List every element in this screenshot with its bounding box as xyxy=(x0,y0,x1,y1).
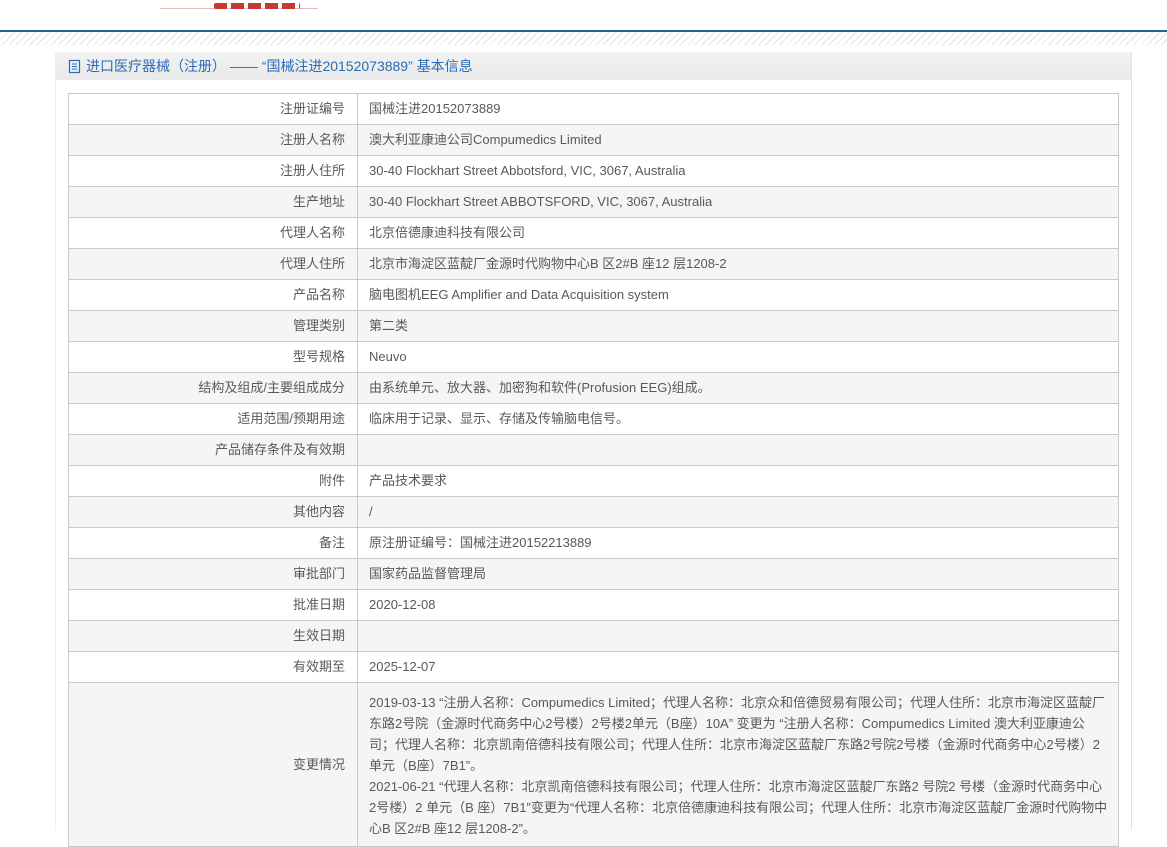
row-label: 有效期至 xyxy=(68,651,358,683)
table-row: 附件 产品技术要求 xyxy=(68,465,1119,497)
table-row: 型号规格 Neuvo xyxy=(68,341,1119,373)
table-row: 产品名称 脑电图机EEG Amplifier and Data Acquisit… xyxy=(68,279,1119,311)
decorative-stripes-band xyxy=(0,32,1167,45)
brand-red-underline xyxy=(160,8,318,9)
page-title: 进口医疗器械（注册） —— “国械注进20152073889” 基本信息 xyxy=(86,58,473,74)
row-label: 生产地址 xyxy=(68,186,358,218)
row-label: 结构及组成/主要组成成分 xyxy=(68,372,358,404)
row-value: 由系统单元、放大器、加密狗和软件(Profusion EEG)组成。 xyxy=(357,372,1119,404)
row-value: 临床用于记录、显示、存储及传输脑电信号。 xyxy=(357,403,1119,435)
row-label: 审批部门 xyxy=(68,558,358,590)
row-value: 2019-03-13 “注册人名称：Compumedics Limited；代理… xyxy=(357,682,1119,847)
table-row: 变更情况 2019-03-13 “注册人名称：Compumedics Limit… xyxy=(68,682,1119,847)
table-row: 批准日期 2020-12-08 xyxy=(68,589,1119,621)
page: National Medical Products Administration… xyxy=(0,0,1167,847)
row-label: 产品储存条件及有效期 xyxy=(68,434,358,466)
table-row: 管理类别 第二类 xyxy=(68,310,1119,342)
row-label: 变更情况 xyxy=(68,682,358,847)
row-label: 代理人住所 xyxy=(68,248,358,280)
table-row: 代理人名称 北京倍德康迪科技有限公司 xyxy=(68,217,1119,249)
row-label: 管理类别 xyxy=(68,310,358,342)
row-label: 注册人住所 xyxy=(68,155,358,187)
document-icon xyxy=(68,59,81,74)
page-title-bar: 进口医疗器械（注册） —— “国械注进20152073889” 基本信息 xyxy=(56,52,1131,80)
table-row: 代理人住所 北京市海淀区蓝靛厂金源时代购物中心B 区2#B 座12 层1208-… xyxy=(68,248,1119,280)
table-row: 有效期至 2025-12-07 xyxy=(68,651,1119,683)
row-label: 附件 xyxy=(68,465,358,497)
info-table-body: 注册证编号 国械注进20152073889 注册人名称 澳大利亚康迪公司Comp… xyxy=(68,93,1119,847)
row-label: 备注 xyxy=(68,527,358,559)
table-row: 生产地址 30-40 Flockhart Street ABBOTSFORD, … xyxy=(68,186,1119,218)
table-row: 注册人名称 澳大利亚康迪公司Compumedics Limited xyxy=(68,124,1119,156)
table-row: 注册证编号 国械注进20152073889 xyxy=(68,93,1119,125)
table-row: 适用范围/预期用途 临床用于记录、显示、存储及传输脑电信号。 xyxy=(68,403,1119,435)
row-value: 30-40 Flockhart Street ABBOTSFORD, VIC, … xyxy=(357,186,1119,218)
table-row: 备注 原注册证编号：国械注进20152213889 xyxy=(68,527,1119,559)
row-value xyxy=(357,434,1119,466)
table-row: 产品储存条件及有效期 xyxy=(68,434,1119,466)
table-row: 生效日期 xyxy=(68,620,1119,652)
row-label: 批准日期 xyxy=(68,589,358,621)
row-value: / xyxy=(357,496,1119,528)
row-value: 2025-12-07 xyxy=(357,651,1119,683)
site-header: National Medical Products Administration xyxy=(0,0,1167,30)
row-value: 北京市海淀区蓝靛厂金源时代购物中心B 区2#B 座12 层1208-2 xyxy=(357,248,1119,280)
row-value xyxy=(357,620,1119,652)
row-label: 产品名称 xyxy=(68,279,358,311)
row-value: 原注册证编号：国械注进20152213889 xyxy=(357,527,1119,559)
row-value: 2020-12-08 xyxy=(357,589,1119,621)
row-value: Neuvo xyxy=(357,341,1119,373)
table-row: 其他内容 / xyxy=(68,496,1119,528)
table-row: 审批部门 国家药品监督管理局 xyxy=(68,558,1119,590)
row-label: 适用范围/预期用途 xyxy=(68,403,358,435)
content-panel: 进口医疗器械（注册） —— “国械注进20152073889” 基本信息 注册证… xyxy=(55,52,1132,847)
row-value: 国家药品监督管理局 xyxy=(357,558,1119,590)
table-row: 注册人住所 30-40 Flockhart Street Abbotsford,… xyxy=(68,155,1119,187)
row-label: 其他内容 xyxy=(68,496,358,528)
row-value: 第二类 xyxy=(357,310,1119,342)
row-label: 注册证编号 xyxy=(68,93,358,125)
row-value: 国械注进20152073889 xyxy=(357,93,1119,125)
row-value: 30-40 Flockhart Street Abbotsford, VIC, … xyxy=(357,155,1119,187)
row-value: 北京倍德康迪科技有限公司 xyxy=(357,217,1119,249)
info-table: 注册证编号 国械注进20152073889 注册人名称 澳大利亚康迪公司Comp… xyxy=(68,93,1119,847)
row-label: 型号规格 xyxy=(68,341,358,373)
row-label: 生效日期 xyxy=(68,620,358,652)
row-value: 澳大利亚康迪公司Compumedics Limited xyxy=(357,124,1119,156)
row-label: 注册人名称 xyxy=(68,124,358,156)
row-value: 产品技术要求 xyxy=(357,465,1119,497)
row-label: 代理人名称 xyxy=(68,217,358,249)
table-row: 结构及组成/主要组成成分 由系统单元、放大器、加密狗和软件(Profusion … xyxy=(68,372,1119,404)
row-value: 脑电图机EEG Amplifier and Data Acquisition s… xyxy=(357,279,1119,311)
